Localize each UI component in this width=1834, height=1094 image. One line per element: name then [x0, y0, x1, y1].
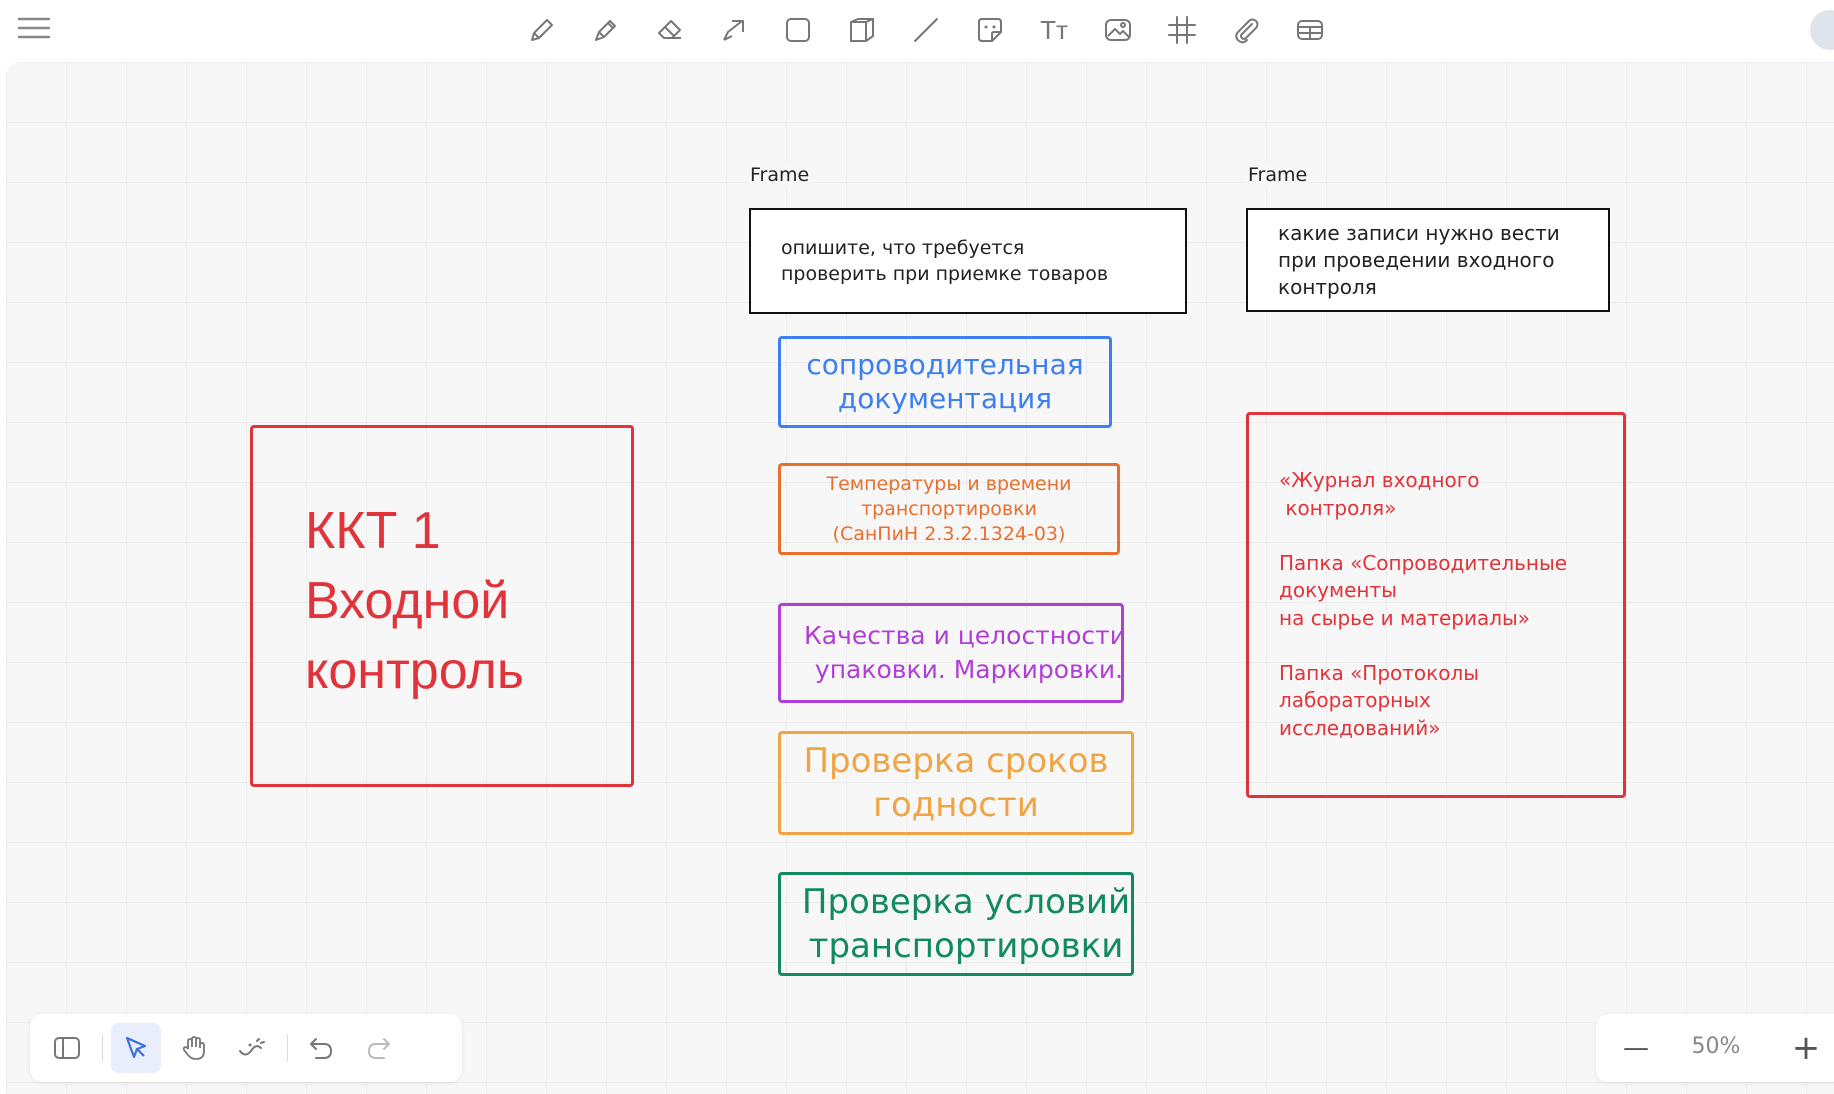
select-tool-button[interactable]	[111, 1023, 161, 1073]
undo-button[interactable]	[296, 1023, 346, 1073]
item-transport-conditions[interactable]: Проверка условий транспортировки	[778, 872, 1134, 976]
drawing-tools: Tт	[522, 8, 1330, 52]
rectangle-tool[interactable]	[778, 10, 818, 50]
frame-label-1[interactable]: Frame	[746, 162, 814, 188]
frame-grid-icon	[1168, 16, 1196, 44]
image-tool[interactable]	[1098, 10, 1138, 50]
item-packaging-text: Качества и целостности упаковки. Маркиро…	[804, 621, 1126, 684]
sidebar-toggle-button[interactable]	[42, 1023, 92, 1073]
prompt-box-1[interactable]: опишите, что требуется проверить при при…	[749, 208, 1187, 314]
laser-tool-button[interactable]	[227, 1023, 277, 1073]
item-documentation-text: сопроводительная документация	[806, 348, 1084, 415]
whiteboard-canvas[interactable]: Frame опишите, что требуется проверить п…	[6, 62, 1834, 1094]
frame-3d-icon	[850, 18, 874, 42]
title-card-text: ККТ 1 Входной контроль	[305, 502, 524, 700]
rectangle-icon	[786, 18, 810, 42]
pencil-tool[interactable]	[522, 10, 562, 50]
laser-pointer-icon	[239, 1038, 265, 1056]
pencil-icon	[531, 19, 553, 41]
zoom-out-button[interactable]: —	[1616, 1028, 1656, 1068]
redo-button[interactable]	[354, 1023, 404, 1073]
frame-3d-tool[interactable]	[842, 10, 882, 50]
undo-icon	[310, 1038, 332, 1059]
menu-icon	[17, 17, 51, 39]
cursor-icon	[125, 1036, 147, 1059]
records-card[interactable]: «Журнал входного контроля» Папка «Сопров…	[1246, 412, 1626, 798]
avatar[interactable]	[1810, 10, 1834, 50]
image-icon	[1105, 19, 1131, 41]
arrow-tool[interactable]	[714, 10, 754, 50]
prompt-text-2: какие записи нужно вести при проведении …	[1278, 220, 1560, 299]
sticker-icon	[978, 18, 1002, 42]
attachment-tool[interactable]	[1226, 10, 1266, 50]
zoom-in-button[interactable]: +	[1786, 1028, 1826, 1068]
top-toolbar: Tт	[0, 0, 1834, 60]
item-temperature[interactable]: Температуры и времени транспортировки (С…	[778, 463, 1120, 555]
hamburger-menu-button[interactable]	[14, 12, 54, 44]
prompt-text-1: опишите, что требуется проверить при при…	[781, 237, 1109, 285]
item-documentation[interactable]: сопроводительная документация	[778, 336, 1112, 428]
frame-tool[interactable]	[1162, 10, 1202, 50]
item-temperature-text: Температуры и времени транспортировки (С…	[826, 472, 1072, 545]
sidebar-icon	[54, 1037, 80, 1059]
title-card[interactable]: ККТ 1 Входной контроль	[250, 425, 634, 787]
prompt-box-2[interactable]: какие записи нужно вести при проведении …	[1246, 208, 1610, 312]
records-card-text: «Журнал входного контроля» Папка «Сопров…	[1279, 468, 1568, 740]
frame-label-2[interactable]: Frame	[1244, 162, 1312, 188]
redo-icon	[368, 1038, 390, 1059]
canvas-controls	[30, 1014, 462, 1082]
table-tool[interactable]	[1290, 10, 1330, 50]
attachment-icon	[1235, 18, 1259, 44]
text-icon: Tт	[1040, 14, 1068, 45]
zoom-controls: — 50% +	[1596, 1014, 1834, 1082]
hand-icon	[182, 1036, 205, 1060]
line-icon	[914, 18, 938, 42]
item-expiry-text: Проверка сроков годности	[803, 741, 1109, 825]
zoom-level[interactable]: 50%	[1676, 1034, 1756, 1059]
line-tool[interactable]	[906, 10, 946, 50]
divider	[102, 1034, 103, 1062]
item-transport-conditions-text: Проверка условий транспортировки	[801, 882, 1131, 966]
eraser-tool[interactable]	[650, 10, 690, 50]
item-packaging[interactable]: Качества и целостности упаковки. Маркиро…	[778, 603, 1126, 703]
divider	[287, 1034, 288, 1062]
table-icon	[1297, 20, 1323, 40]
hand-tool-button[interactable]	[169, 1023, 219, 1073]
sticker-tool[interactable]	[970, 10, 1010, 50]
pen-tool[interactable]	[586, 10, 626, 50]
eraser-icon	[658, 20, 681, 39]
item-expiry[interactable]: Проверка сроков годности	[778, 731, 1134, 835]
text-tool[interactable]: Tт	[1034, 10, 1074, 50]
arrow-icon	[723, 20, 744, 41]
pen-icon	[595, 20, 616, 41]
